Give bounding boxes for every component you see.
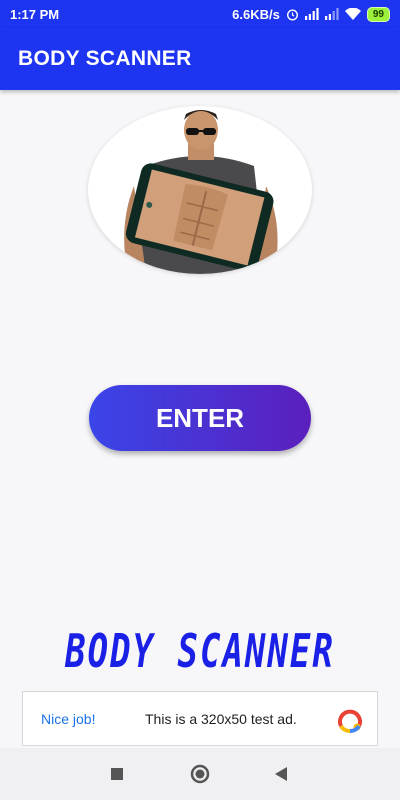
battery-icon: 99 [366, 6, 390, 22]
body-scan-image [124, 110, 278, 274]
enter-button[interactable]: ENTER [89, 385, 311, 451]
navigation-bar [0, 748, 400, 800]
ad-banner[interactable]: Nice job! This is a 320x50 test ad. [22, 691, 378, 746]
enter-button-label: ENTER [155, 402, 245, 433]
home-button[interactable] [188, 762, 212, 786]
status-icons: 6.6KB/s 99 [232, 6, 390, 22]
recents-button[interactable] [105, 762, 129, 786]
signal-icon [324, 8, 339, 20]
network-speed: 6.6KB/s [232, 6, 280, 22]
square-icon [111, 768, 123, 780]
app-bar: BODY SCANNER [0, 28, 400, 90]
triangle-back-icon [275, 767, 287, 781]
status-bar: 1:17 PM 6.6KB/s 99 [0, 0, 400, 28]
back-button[interactable] [269, 762, 293, 786]
circle-icon [190, 764, 210, 784]
brand-logo: BODY SCANNER [65, 625, 335, 679]
body-scan-illustration [88, 106, 312, 274]
app-title: BODY SCANNER [18, 47, 192, 70]
adchoices-icon[interactable] [335, 704, 365, 734]
status-time: 1:17 PM [10, 6, 60, 22]
ad-text: This is a 320x50 test ad. [145, 710, 297, 727]
alarm-icon [286, 8, 298, 21]
signal-icon [304, 8, 319, 20]
wifi-icon [344, 8, 361, 20]
ad-label: Nice job! [41, 710, 96, 727]
